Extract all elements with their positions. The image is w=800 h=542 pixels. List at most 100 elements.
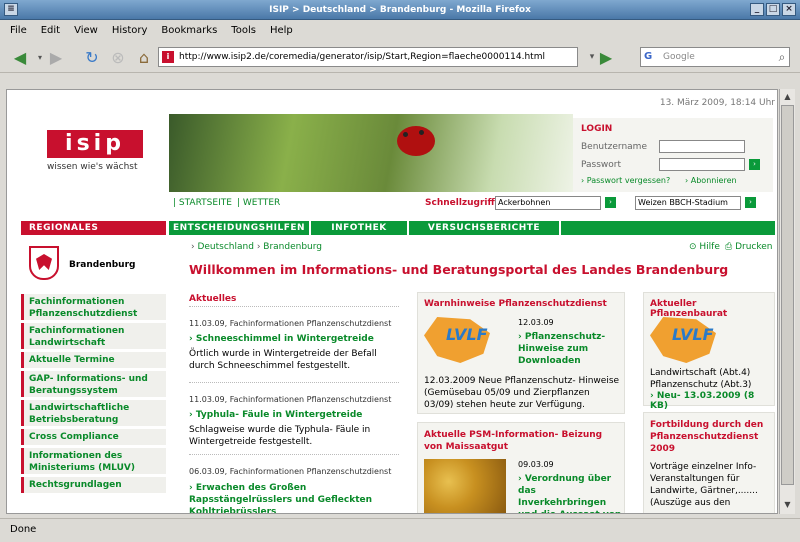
breadcrumb-brandenburg[interactable]: Brandenburg [263, 242, 322, 252]
news-link[interactable]: › Erwachen des Großen Rapsstängelrüssler… [189, 482, 403, 514]
home-icon[interactable]: ⌂ [134, 47, 154, 67]
menu-edit[interactable]: Edit [41, 25, 60, 36]
rat-title: Aktueller Pflanzenbaurat [650, 299, 728, 319]
startseite-link[interactable]: | STARTSEITE [173, 198, 232, 208]
menu-history[interactable]: History [112, 25, 148, 36]
window-menu-icon[interactable]: ≡ [4, 3, 18, 16]
tab-infothek[interactable]: INFOTHEK [311, 221, 407, 235]
bbch-go-button[interactable]: › [745, 197, 756, 208]
search-go-icon[interactable]: ⌕ [772, 47, 792, 67]
rat-link[interactable]: › Neu- 13.03.2009 (8 KB) [650, 391, 774, 411]
menu-view[interactable]: View [74, 25, 98, 36]
subscribe-text: Abonnieren [690, 176, 737, 185]
sidenav-rechtsgrundlagen[interactable]: Rechtsgrundlagen [21, 477, 166, 493]
news-link-text: Erwachen des Großen Rapsstängelrüsslers … [189, 483, 373, 514]
window-title-bar: ISIP > Deutschland > Brandenburg - Mozil… [0, 0, 800, 20]
news-meta: 06.03.09, Fachinformationen Pflanzenschu… [189, 467, 392, 476]
scroll-down-icon[interactable]: ▼ [781, 498, 794, 512]
login-title: LOGIN [581, 124, 613, 134]
maximize-icon[interactable]: □ [766, 3, 780, 16]
region-name: Brandenburg [69, 260, 136, 270]
sidenav-fachinfo-psd[interactable]: Fachinformationen Pflanzenschutzdienst [21, 294, 166, 320]
ladybug-spot [419, 130, 424, 135]
news-meta: 11.03.09, Fachinformationen Pflanzenschu… [189, 319, 392, 328]
quick-access-go-button[interactable]: › [605, 197, 616, 208]
sidenav-gap[interactable]: GAP- Informations- und Beratungssystem [21, 371, 166, 397]
page-viewport: 13. März 2009, 18:14 Uhr isip wissen wie… [6, 89, 778, 514]
isip-logo[interactable]: isip [47, 130, 143, 158]
news-divider [189, 382, 399, 383]
logo-tagline: wissen wie's wächst [47, 162, 138, 172]
news-meta: 11.03.09, Fachinformationen Pflanzenschu… [189, 395, 392, 404]
psm-link-text: Verordnung über das Inverkehrbringen und… [518, 474, 621, 513]
warnhinweise-box: Warnhinweise Pflanzenschutzdienst LVLF 1… [417, 292, 625, 414]
scroll-thumb[interactable] [781, 105, 794, 485]
reload-icon[interactable]: ↻ [82, 47, 102, 67]
startseite-text: STARTSEITE [178, 198, 232, 208]
menu-bar: File Edit View History Bookmarks Tools H… [0, 21, 800, 40]
news-link-text: Typhula- Fäule in Wintergetreide [195, 410, 363, 420]
warn-download-link[interactable]: › Pflanzenschutz-Hinweise zum Downloaden [518, 331, 618, 367]
go-icon[interactable]: ▶ [596, 47, 616, 67]
username-input[interactable] [659, 140, 745, 153]
password-label: Passwort [581, 160, 622, 170]
forgot-password-text: Passwort vergessen? [586, 176, 671, 185]
vertical-scrollbar[interactable]: ▲ ▼ [779, 89, 795, 514]
close-icon[interactable]: × [782, 3, 796, 16]
forgot-password-link[interactable]: › Passwort vergessen? [581, 176, 670, 185]
sidenav-betriebsberatung[interactable]: Landwirtschaftliche Betriebsberatung [21, 400, 166, 426]
news-text: Örtlich wurde in Wintergetreide der Befa… [189, 349, 377, 371]
status-bar: Done [0, 518, 800, 542]
menu-tools[interactable]: Tools [231, 25, 256, 36]
menu-file[interactable]: File [10, 25, 27, 36]
subscribe-link[interactable]: › Abonnieren [685, 176, 737, 185]
fortbildung-box: Fortbildung durch den Pflanzenschutzdien… [643, 412, 775, 513]
sidenav-fachinfo-landwirtschaft[interactable]: Fachinformationen Landwirtschaft [21, 323, 166, 349]
psm-info-box: Aktuelle PSM-Information- Beizung von Ma… [417, 422, 625, 513]
regionales-header: REGIONALES [21, 221, 166, 235]
navigation-toolbar: ◀ ▾ ▶ ↻ ⊗ ⌂ i http://www.isip2.de/coreme… [0, 41, 800, 73]
menu-bookmarks[interactable]: Bookmarks [161, 25, 217, 36]
username-label: Benutzername [581, 142, 647, 152]
tab-versuchsberichte[interactable]: VERSUCHSBERICHTE [409, 221, 559, 235]
forward-icon[interactable]: ▶ [46, 47, 66, 67]
news-item: 11.03.09, Fachinformationen Pflanzenschu… [189, 394, 403, 448]
sidenav-ministerium[interactable]: Informationen des Ministeriums (MLUV) [21, 448, 166, 474]
ladybug-icon [397, 126, 435, 156]
login-box: LOGIN Benutzername Passwort › › Passwort… [573, 118, 773, 192]
news-text: Schlagweise wurde die Typhula- Fäule in … [189, 425, 371, 447]
stop-icon[interactable]: ⊗ [108, 47, 128, 67]
news-item: 06.03.09, Fachinformationen Pflanzenschu… [189, 466, 403, 514]
help-link[interactable]: ⊙ Hilfe [689, 242, 720, 252]
psm-link[interactable]: › Verordnung über das Inverkehrbringen u… [518, 473, 622, 513]
scroll-up-icon[interactable]: ▲ [781, 90, 794, 104]
news-link[interactable]: › Schneeschimmel in Wintergetreide [189, 334, 403, 344]
quick-access-select-crop[interactable]: Ackerbohnen [495, 196, 601, 210]
quick-access-label: Schnellzugriff [425, 198, 495, 208]
menu-help[interactable]: Help [270, 25, 293, 36]
bbch-stage-select[interactable]: Weizen BBCH-Stadium [635, 196, 741, 210]
sidenav-termine[interactable]: Aktuelle Termine [21, 352, 166, 368]
print-link[interactable]: ⎙ Drucken [725, 242, 772, 252]
breadcrumb-deutschland[interactable]: Deutschland [197, 242, 253, 252]
help-text: Hilfe [699, 242, 720, 252]
wetter-text: WETTER [242, 198, 281, 208]
password-input[interactable] [659, 158, 745, 171]
rat-link-text: Neu- 13.03.2009 (8 KB) [650, 391, 755, 411]
minimize-icon[interactable]: _ [750, 3, 764, 16]
ladybug-spot [403, 132, 408, 137]
wetter-link[interactable]: | WETTER [237, 198, 280, 208]
tab-entscheidungshilfen[interactable]: ENTSCHEIDUNGSHILFEN [169, 221, 309, 235]
maize-seed-image [424, 459, 506, 513]
pflanzenbaurat-box: Aktueller Pflanzenbaurat LVLF Landwirtsc… [643, 292, 775, 411]
page-heading: Willkommen im Informations- und Beratung… [189, 262, 729, 277]
login-submit-button[interactable]: › [749, 159, 760, 170]
breadcrumb: › Deutschland › Brandenburg [191, 242, 323, 252]
news-link[interactable]: › Typhula- Fäule in Wintergetreide [189, 410, 403, 420]
warn-link-text: Pflanzenschutz-Hinweise zum Downloaden [518, 332, 606, 366]
search-field[interactable]: G Google [640, 47, 790, 67]
status-text: Done [10, 524, 37, 535]
back-icon[interactable]: ◀ [10, 47, 30, 67]
url-field[interactable]: i http://www.isip2.de/coremedia/generato… [158, 47, 578, 67]
sidenav-cross-compliance[interactable]: Cross Compliance [21, 429, 166, 445]
